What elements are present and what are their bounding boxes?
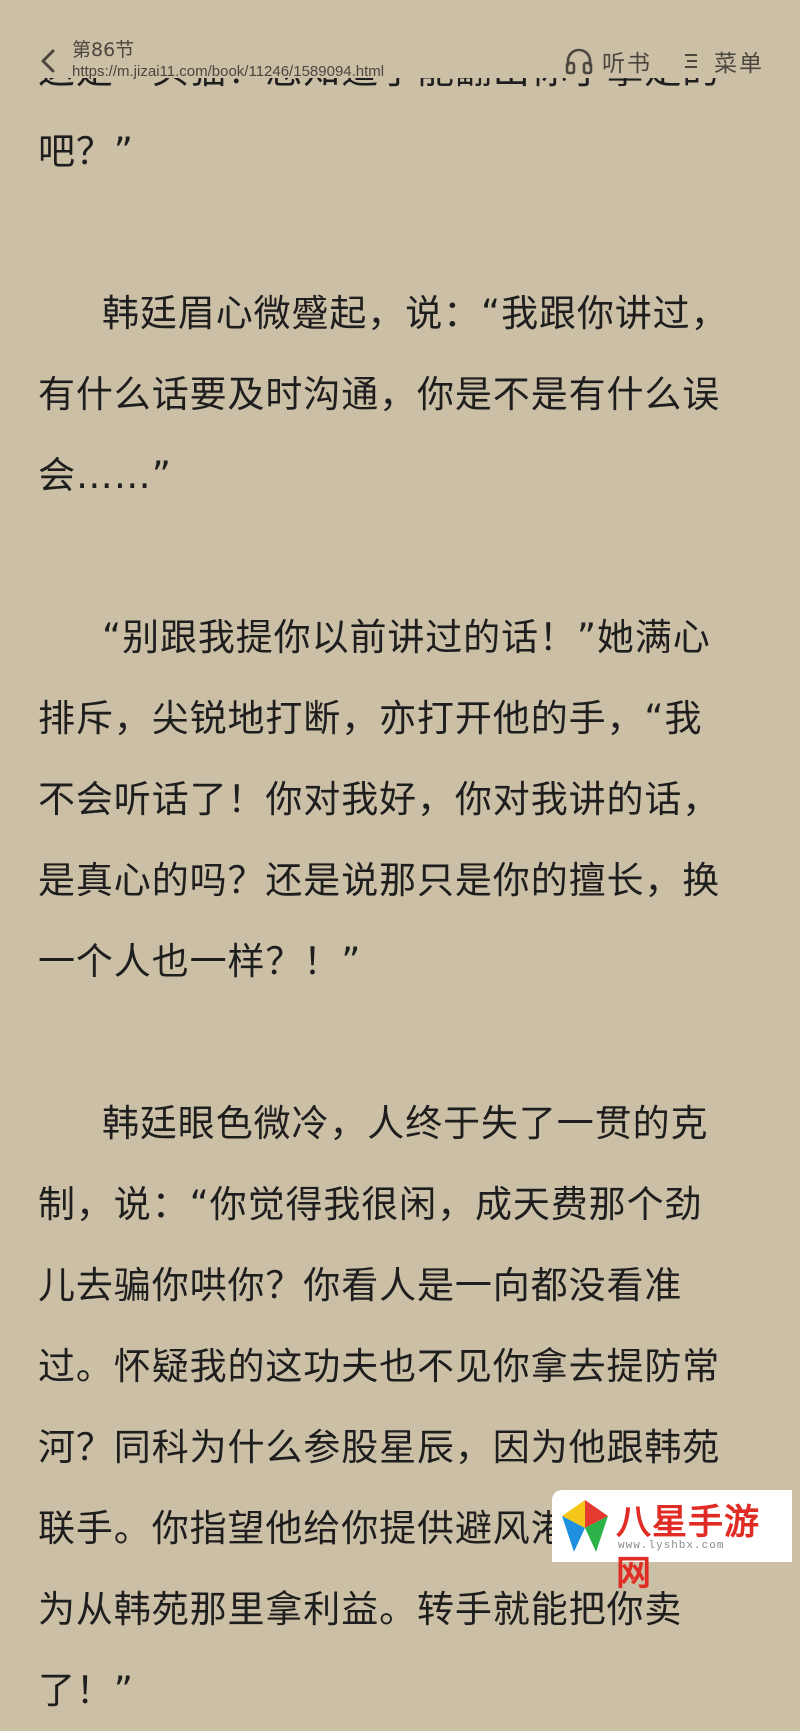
text-line: 一个人也一样？！” [38, 940, 362, 983]
back-button[interactable] [34, 44, 64, 78]
text-line: 韩廷眉心微蹙起，说：“我跟你讲过， [102, 292, 729, 335]
menu-button[interactable]: 菜单 [682, 44, 764, 78]
text-line: 了！” [38, 1669, 134, 1712]
text-line: 过。怀疑我的这功夫也不见你拿去提防常 [38, 1345, 721, 1388]
site-watermark: 八星手游网 www.lyshbx.com [552, 1490, 792, 1594]
chapter-body: 这是一头猫？您知道了能翻出你了拿走的 吧？” 韩廷眉心微蹙起，说：“我跟你讲过，… [38, 30, 770, 1731]
text-line: 有什么话要及时沟通，你是不是有什么误 [38, 373, 721, 416]
text-line: 河？同科为什么参股星辰，因为他跟韩苑 [38, 1426, 721, 1469]
watermark-url: www.lyshbx.com [618, 1540, 725, 1552]
text-line: 儿去骗你哄你？你看人是一向都没看准 [38, 1264, 683, 1307]
listen-button[interactable]: 听书 [564, 44, 652, 78]
chevron-left-icon [41, 49, 55, 73]
text-line: 制，说：“你觉得我很闲，成天费那个劲 [38, 1183, 703, 1226]
text-line: 不会听话了！你对我好，你对我讲的话， [38, 778, 721, 821]
menu-lines-icon [685, 54, 697, 68]
star-logo-icon [562, 1500, 608, 1552]
chapter-url: https://m.jizai11.com/book/11246/1589094… [72, 63, 385, 80]
listen-label: 听书 [602, 51, 652, 77]
text-line: 韩廷眼色微冷，人终于失了一贯的克 [102, 1102, 709, 1145]
text-line: “别跟我提你以前讲过的话！”她满心 [102, 616, 711, 659]
text-line: 会……” [38, 454, 172, 497]
menu-label: 菜单 [714, 51, 764, 77]
text-line: 是真心的吗？还是说那只是你的擅长，换 [38, 859, 721, 902]
text-line: 吧？” [38, 130, 134, 173]
headphones-icon [565, 48, 593, 75]
chapter-title: 第86节 [72, 39, 135, 61]
text-line: 排斥，尖锐地打断，亦打开他的手，“我 [38, 697, 703, 740]
reader-top-bar: 第86节 https://m.jizai11.com/book/11246/15… [0, 0, 800, 100]
